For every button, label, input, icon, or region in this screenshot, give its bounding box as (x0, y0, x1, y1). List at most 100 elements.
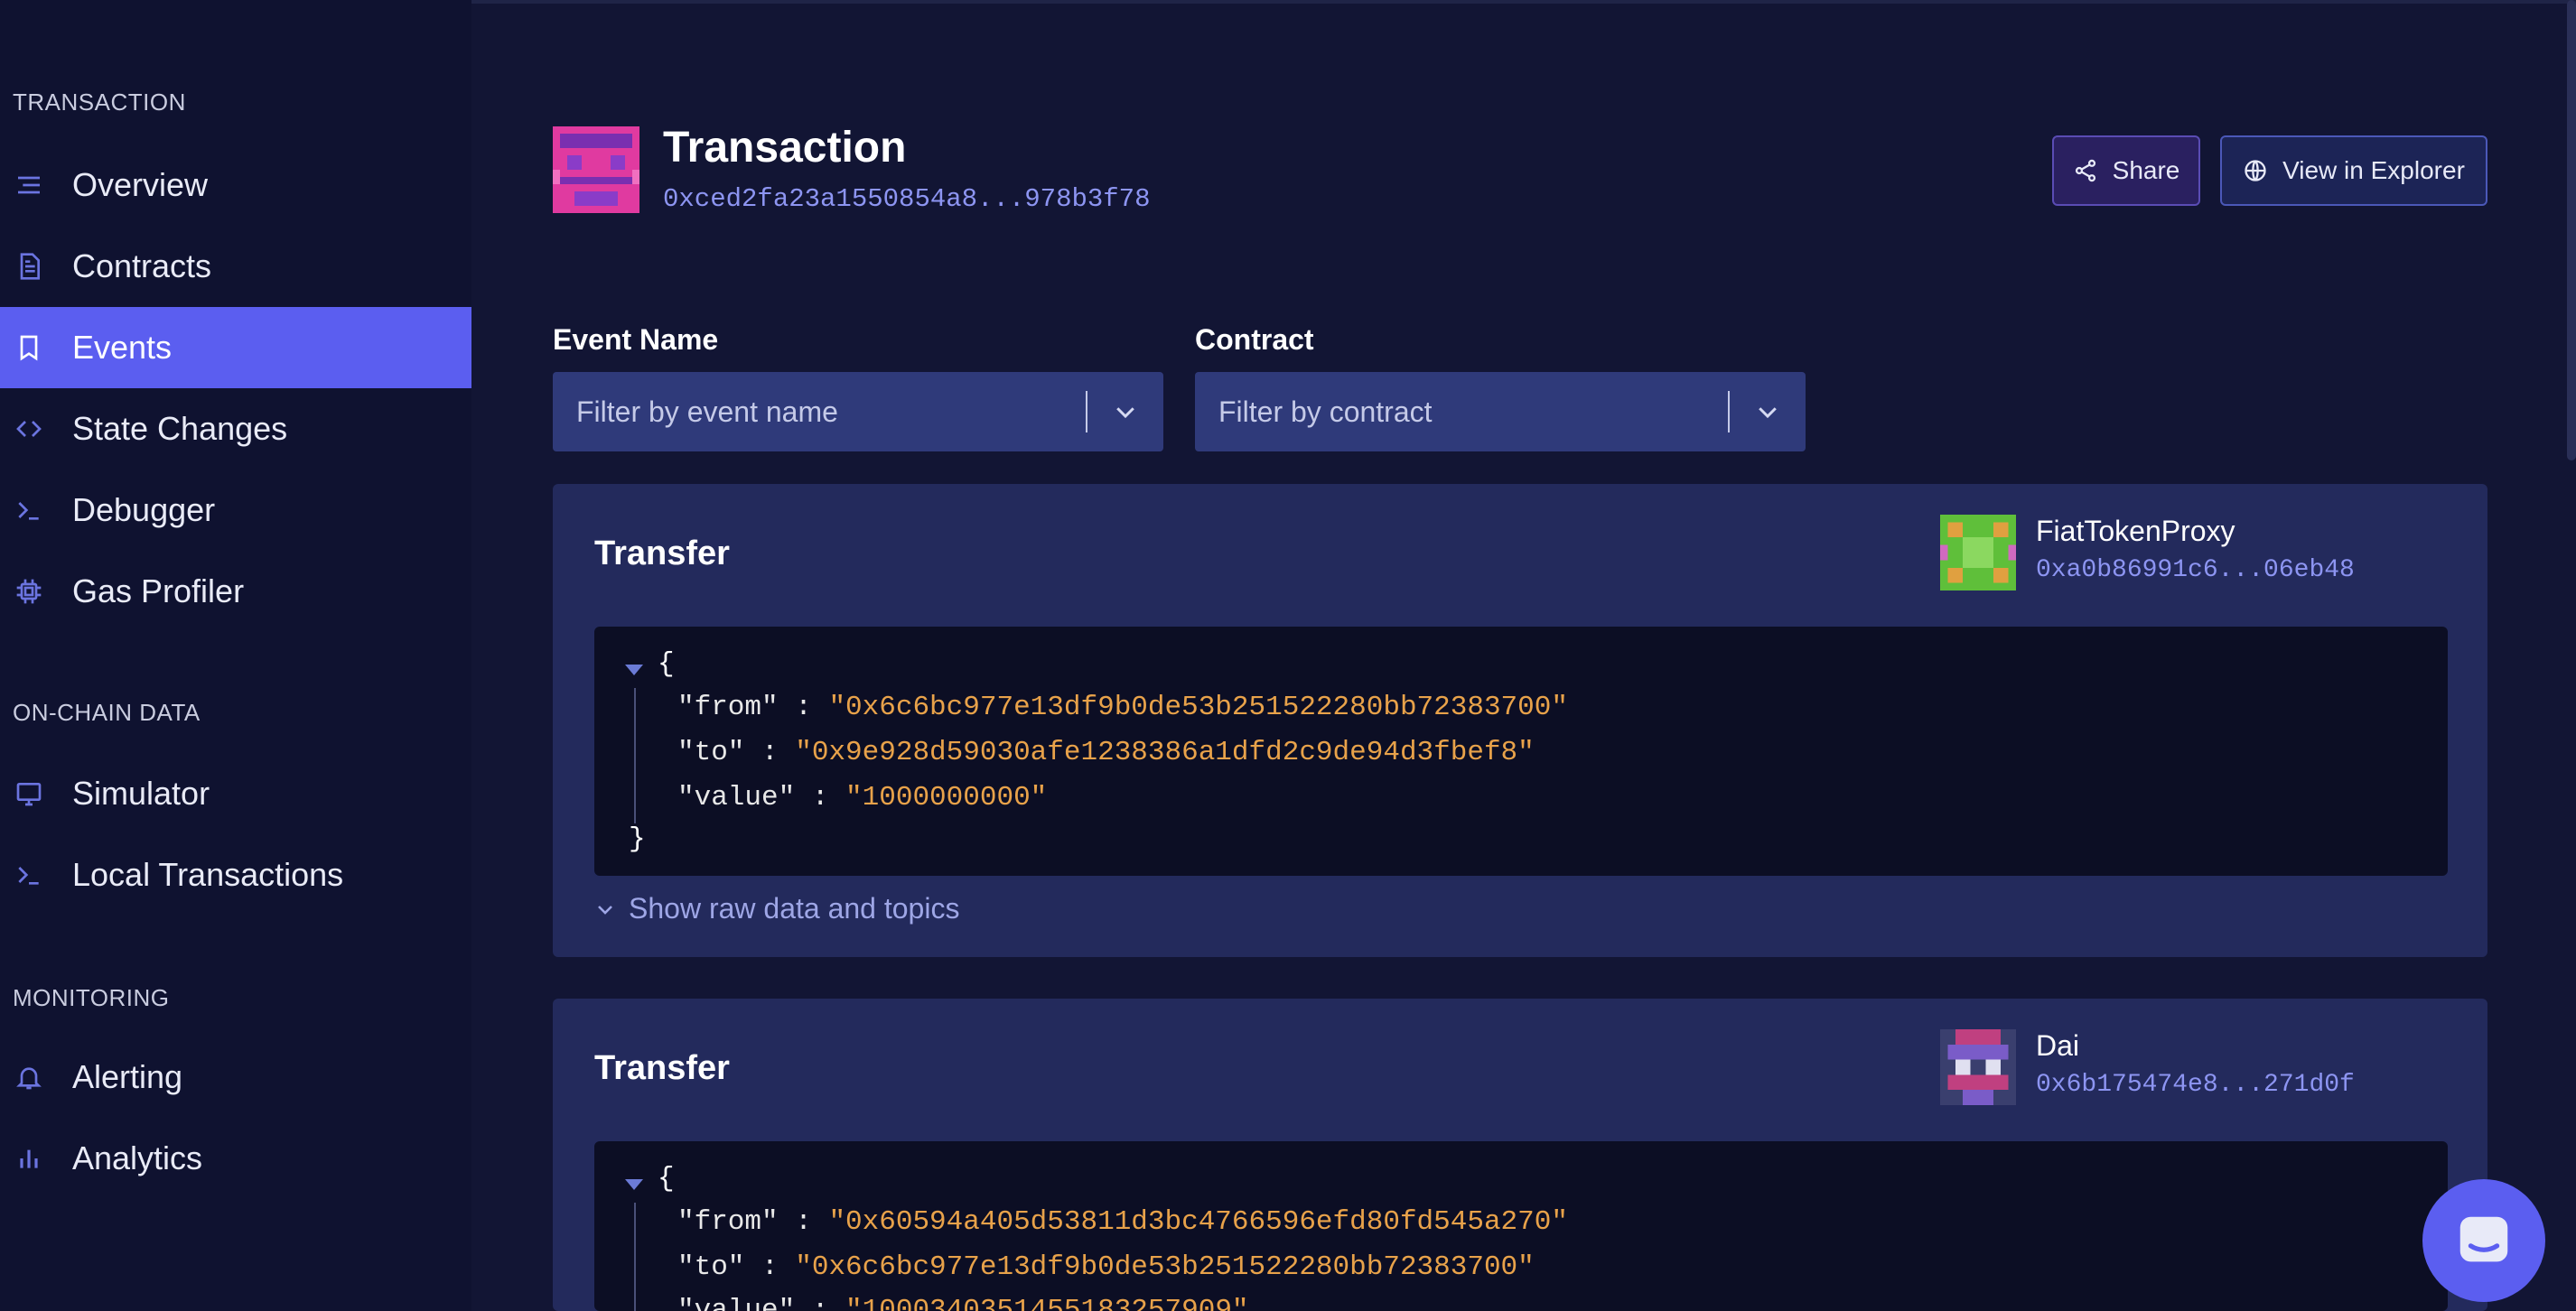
bar-chart-icon (13, 1142, 45, 1175)
chat-support-button[interactable] (2422, 1179, 2545, 1302)
chevron-down-icon (598, 905, 612, 915)
share-button[interactable]: Share (2052, 135, 2200, 206)
param-separator: : (744, 737, 796, 768)
param-separator: : (744, 1251, 796, 1283)
sidebar-item-label: Gas Profiler (72, 572, 245, 609)
contract-name[interactable]: Dai (2036, 1029, 2079, 1063)
contract-avatar (1940, 1029, 2016, 1105)
json-guide-line (634, 1203, 636, 1311)
json-param-from: "from" : "0x6c6bc977e13df9b0de53b2515222… (677, 692, 1568, 723)
event-params-json: { "from" : "0x60594a405d53811d3bc4766596… (594, 1141, 2448, 1311)
section-title-on-chain-data: ON-CHAIN DATA (13, 699, 201, 726)
param-key: "from" (677, 692, 779, 723)
monitor-icon (13, 777, 45, 810)
json-param-from: "from" : "0x60594a405d53811d3bc4766596ef… (677, 1206, 1568, 1238)
event-card: Transfer Dai 0x6b175474e8...271d0f { "fr… (553, 999, 2487, 1311)
contract-address[interactable]: 0xa0b86991c6...06eb48 (2036, 556, 2355, 584)
event-card: Transfer FiatTokenProxy 0xa0b86991c6...0… (553, 484, 2487, 957)
param-key: "from" (677, 1206, 779, 1238)
scrollbar[interactable] (2567, 0, 2576, 460)
sidebar-item-label: Overview (72, 166, 209, 203)
section-title-transaction: TRANSACTION (13, 88, 186, 116)
chevron-down-icon[interactable] (1730, 398, 1806, 425)
event-name-placeholder: Filter by event name (576, 395, 838, 428)
param-key: "value" (677, 1295, 796, 1311)
json-guide-line (634, 688, 636, 823)
contract-address[interactable]: 0x6b175474e8...271d0f (2036, 1071, 2355, 1099)
terminal-icon (13, 494, 45, 526)
event-params-json: { "from" : "0x6c6bc977e13df9b0de53b25152… (594, 627, 2448, 876)
param-value: "0x6c6bc977e13df9b0de53b251522280bb72383… (828, 692, 1568, 723)
sidebar-item-overview[interactable]: Overview (0, 144, 471, 226)
contract-placeholder: Filter by contract (1218, 395, 1433, 428)
sidebar-item-label: Events (72, 329, 173, 366)
sidebar-item-label: Alerting (72, 1058, 183, 1095)
param-value: "1000000000" (845, 782, 1048, 814)
sidebar-item-label: Simulator (72, 775, 210, 812)
sidebar-item-simulator[interactable]: Simulator (0, 753, 471, 834)
json-open-brace: { (658, 1163, 675, 1195)
show-raw-data-toggle[interactable]: Show raw data and topics (594, 892, 959, 925)
share-label: Share (2112, 156, 2180, 184)
param-value: "1000340351455183257909" (845, 1295, 1249, 1311)
view-in-explorer-label: View in Explorer (2282, 156, 2465, 184)
sidebar-item-label: Local Transactions (72, 856, 344, 893)
transaction-hash[interactable]: 0xced2fa23a1550854a8...978b3f78 (663, 184, 1151, 214)
sidebar-item-local-transactions[interactable]: Local Transactions (0, 834, 471, 916)
event-name-label: Event Name (553, 323, 719, 356)
globe-icon (2245, 160, 2266, 181)
contract-name[interactable]: FiatTokenProxy (2036, 515, 2235, 548)
sidebar-item-label: Analytics (72, 1139, 203, 1176)
share-icon (2075, 159, 2095, 182)
contract-label: Contract (1195, 323, 1314, 356)
document-icon (13, 250, 45, 283)
json-close-brace: } (629, 823, 646, 855)
param-separator: : (795, 1295, 846, 1311)
event-name: Transfer (594, 1049, 730, 1087)
sidebar-item-alerting[interactable]: Alerting (0, 1037, 471, 1118)
sidebar-item-events[interactable]: Events (0, 307, 471, 388)
contract-select[interactable]: Filter by contract (1195, 372, 1806, 451)
json-param-value: "value" : "1000340351455183257909" (677, 1295, 1249, 1311)
collapse-toggle-icon[interactable] (625, 665, 643, 675)
sidebar-item-contracts[interactable]: Contracts (0, 226, 471, 307)
code-brackets-icon (13, 413, 45, 445)
sidebar-item-label: Contracts (72, 247, 212, 284)
param-key: "to" (677, 1251, 745, 1283)
event-name-select[interactable]: Filter by event name (553, 372, 1163, 451)
json-param-to: "to" : "0x9e928d59030afe1238386a1dfd2c9d… (677, 737, 1535, 768)
view-in-explorer-button[interactable]: View in Explorer (2220, 135, 2487, 206)
bell-icon (13, 1061, 45, 1093)
sidebar-item-state-changes[interactable]: State Changes (0, 388, 471, 470)
transaction-avatar (553, 126, 639, 213)
param-value: "0x60594a405d53811d3bc4766596efd80fd545a… (828, 1206, 1568, 1238)
json-param-to: "to" : "0x6c6bc977e13df9b0de53b251522280… (677, 1251, 1535, 1283)
param-separator: : (795, 782, 846, 814)
chat-icon (2459, 1216, 2508, 1262)
contract-avatar (1940, 515, 2016, 590)
param-separator: : (778, 1206, 829, 1238)
param-key: "to" (677, 737, 745, 768)
collapse-toggle-icon[interactable] (625, 1179, 643, 1190)
param-value: "0x9e928d59030afe1238386a1dfd2c9de94d3fb… (795, 737, 1535, 768)
param-separator: : (778, 692, 829, 723)
page-title: Transaction (663, 124, 907, 172)
event-name: Transfer (594, 535, 730, 572)
param-key: "value" (677, 782, 796, 814)
json-param-value: "value" : "1000000000" (677, 782, 1047, 814)
show-raw-data-label: Show raw data and topics (629, 892, 960, 925)
bookmark-icon (13, 331, 45, 364)
main-content: Transaction 0xced2fa23a1550854a8...978b3… (471, 0, 2576, 1311)
sidebar: TRANSACTION Overview Contracts Events St… (0, 0, 471, 1311)
terminal-icon (13, 859, 45, 891)
sidebar-item-gas-profiler[interactable]: Gas Profiler (0, 551, 471, 632)
chip-icon (13, 575, 45, 608)
param-value: "0x6c6bc977e13df9b0de53b251522280bb72383… (795, 1251, 1535, 1283)
sidebar-item-debugger[interactable]: Debugger (0, 470, 471, 551)
sidebar-item-label: Debugger (72, 491, 216, 528)
list-icon (13, 169, 45, 201)
sidebar-item-analytics[interactable]: Analytics (0, 1118, 471, 1199)
sidebar-item-label: State Changes (72, 410, 288, 447)
section-title-monitoring: MONITORING (13, 984, 170, 1011)
chevron-down-icon[interactable] (1087, 398, 1163, 425)
